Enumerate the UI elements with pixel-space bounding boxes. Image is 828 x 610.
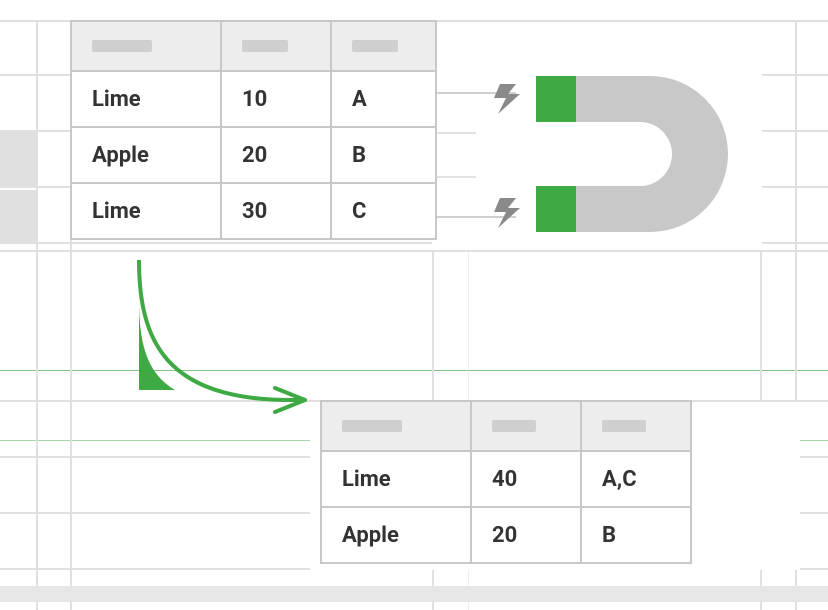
cell: A <box>331 71 436 127</box>
table-row: Lime 10 A <box>71 71 436 127</box>
cell: Lime <box>71 71 221 127</box>
source-table: Lime 10 A Apple 20 B Lime 30 C <box>70 20 437 240</box>
header-placeholder <box>602 420 646 432</box>
table-row: Lime 40 A,C <box>321 451 691 507</box>
magnet-icon <box>490 70 740 240</box>
cell: 20 <box>471 507 581 563</box>
cell: B <box>581 507 691 563</box>
header-placeholder <box>492 420 536 432</box>
cell: Lime <box>71 183 221 239</box>
cell: 20 <box>221 127 331 183</box>
header-placeholder <box>352 40 398 52</box>
cell: B <box>331 127 436 183</box>
arrow-icon <box>105 260 325 440</box>
header-placeholder <box>92 40 152 52</box>
cell: 30 <box>221 183 331 239</box>
cell: 40 <box>471 451 581 507</box>
cell: A,C <box>581 451 691 507</box>
cell: 10 <box>221 71 331 127</box>
cell: C <box>331 183 436 239</box>
table-header-row <box>71 21 436 71</box>
bottom-bar <box>0 586 828 602</box>
table-row: Apple 20 B <box>71 127 436 183</box>
table-row: Apple 20 B <box>321 507 691 563</box>
header-placeholder <box>242 40 288 52</box>
cell: Apple <box>321 507 471 563</box>
cell: Lime <box>321 451 471 507</box>
result-table: Lime 40 A,C Apple 20 B <box>320 400 692 564</box>
table-row: Lime 30 C <box>71 183 436 239</box>
header-placeholder <box>342 420 402 432</box>
table-header-row <box>321 401 691 451</box>
cell: Apple <box>71 127 221 183</box>
